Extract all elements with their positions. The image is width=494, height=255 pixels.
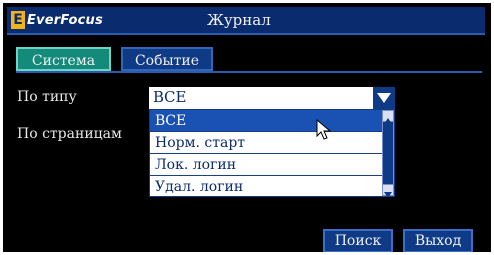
logo-mark: E xyxy=(11,11,25,29)
type-dropdown-list: ВСЕ Норм. старт Лок. логин Удал. логин xyxy=(149,109,395,197)
search-button[interactable]: Поиск xyxy=(323,229,393,252)
dropdown-option-normal-start[interactable]: Норм. старт xyxy=(150,132,382,154)
chevron-down-icon[interactable] xyxy=(373,87,395,109)
dvr-log-screen: E EverFocus Журнал Система Событие По ти… xyxy=(3,3,491,252)
exit-button[interactable]: Выход xyxy=(403,229,473,252)
scrollbar-thumb[interactable] xyxy=(383,122,393,184)
dropdown-option-local-login[interactable]: Лок. логин xyxy=(150,154,382,176)
type-select[interactable]: ВСЕ xyxy=(149,87,395,109)
window-title: Журнал xyxy=(207,11,271,29)
title-bar: E EverFocus Журнал xyxy=(7,7,485,35)
tab-divider xyxy=(16,71,482,73)
mouse-pointer-icon xyxy=(316,118,332,145)
pages-label: По страницам xyxy=(17,126,122,142)
tab-event[interactable]: Событие xyxy=(121,47,213,71)
dropdown-option-remote-login[interactable]: Удал. логин xyxy=(150,176,382,196)
type-label: По типу xyxy=(17,89,77,105)
scroll-up-icon[interactable] xyxy=(383,111,393,124)
logo-text: EverFocus xyxy=(27,12,103,28)
type-select-value: ВСЕ xyxy=(153,88,187,106)
tab-system[interactable]: Система xyxy=(16,47,111,71)
dropdown-scrollbar[interactable] xyxy=(382,110,394,196)
scroll-down-icon[interactable] xyxy=(383,185,393,196)
everfocus-logo: E EverFocus xyxy=(11,10,103,30)
dropdown-option-all[interactable]: ВСЕ xyxy=(150,110,382,132)
